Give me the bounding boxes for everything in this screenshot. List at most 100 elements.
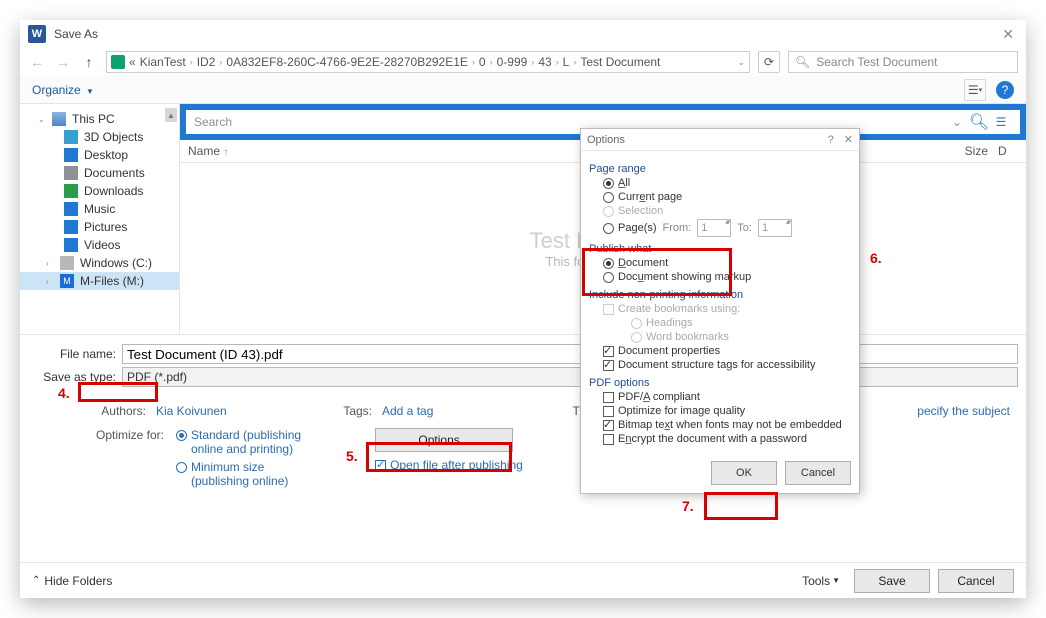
dialog-title: Options	[587, 134, 625, 146]
section-page-range: Page range	[589, 163, 851, 175]
authors-value[interactable]: Kia Koivunen	[156, 404, 306, 418]
tree-downloads[interactable]: Downloads	[20, 182, 179, 200]
options-button[interactable]: Options...	[375, 428, 513, 452]
view-icon[interactable]: ☰▾	[964, 79, 986, 101]
search-input[interactable]: 🔍︎ Search Test Document	[788, 51, 1018, 73]
radio-headings: Headings	[631, 317, 851, 329]
search-placeholder: Search Test Document	[816, 55, 937, 69]
from-label: From:	[663, 222, 692, 234]
save-type-select[interactable]: PDF (*.pdf)	[122, 367, 1018, 387]
folder-tree[interactable]: ▲ ⌄This PC 3D Objects Desktop Documents …	[20, 104, 180, 334]
optimize-label: Optimize for:	[90, 428, 164, 442]
tree-label: 3D Objects	[84, 130, 143, 144]
scroll-up-icon[interactable]: ▲	[165, 108, 177, 122]
back-icon[interactable]: ←	[28, 54, 46, 70]
tree-label: Pictures	[84, 220, 127, 234]
tree-3d[interactable]: 3D Objects	[20, 128, 179, 146]
chevron-down-icon[interactable]: ⌄	[946, 115, 968, 129]
tree-label: M-Files (M:)	[80, 274, 144, 288]
breadcrumb[interactable]: « KianTest› ID2› 0A832EF8-260C-4766-9E2E…	[106, 51, 750, 73]
section-include: Include non-printing information	[589, 289, 851, 301]
titlebar: W Save As ✕	[20, 20, 1026, 48]
close-icon[interactable]: ✕	[844, 133, 853, 146]
subject-value[interactable]: pecify the subject	[917, 404, 1010, 418]
chk-imgq[interactable]: Optimize for image quality	[603, 405, 851, 417]
breadcrumb-prefix: «	[129, 55, 136, 69]
crumb[interactable]: 0A832EF8-260C-4766-9E2E-28270B292E1E	[226, 55, 468, 69]
from-input[interactable]: 1	[697, 219, 731, 237]
content-search-input[interactable]: Search	[194, 115, 946, 129]
open-after-checkbox[interactable]: Open file after publishing	[375, 458, 523, 472]
section-pdf-options: PDF options	[589, 377, 851, 389]
chk-encrypt[interactable]: Encrypt the document with a password	[603, 433, 851, 445]
radio-minimum[interactable]: Minimum size (publishing online)	[176, 460, 301, 488]
tree-label: This PC	[72, 112, 115, 126]
help-icon[interactable]: ?	[996, 81, 1014, 99]
tree-videos[interactable]: Videos	[20, 236, 179, 254]
col-name[interactable]: Name	[188, 144, 220, 158]
radio-pages[interactable]: Page(s)	[603, 222, 657, 234]
radio-standard[interactable]: Standard (publishing online and printing…	[176, 428, 301, 456]
section-publish-what: Publish what	[589, 243, 851, 255]
to-label: To:	[737, 222, 752, 234]
tree-label: Videos	[84, 238, 120, 252]
chevron-down-icon[interactable]: ⌄	[737, 57, 745, 68]
tags-label: Tags:	[316, 404, 372, 418]
tree-mfiles-m[interactable]: ›MM-Files (M:)	[20, 272, 179, 290]
tree-label: Downloads	[84, 184, 143, 198]
col-date[interactable]: D	[988, 144, 1018, 158]
crumb[interactable]: 0-999	[497, 55, 528, 69]
hide-folders-button[interactable]: ⌃Hide Folders	[32, 574, 112, 588]
tree-label: Music	[84, 202, 115, 216]
tags-value[interactable]: Add a tag	[382, 404, 532, 418]
word-icon: W	[28, 25, 46, 43]
tree-desktop[interactable]: Desktop	[20, 146, 179, 164]
crumb[interactable]: L	[563, 55, 570, 69]
col-size[interactable]: Size	[928, 144, 988, 158]
crumb[interactable]: KianTest	[140, 55, 186, 69]
navbar: ← → ↑ « KianTest› ID2› 0A832EF8-260C-476…	[20, 48, 1026, 76]
radio-document-markup[interactable]: Document showing markup	[603, 271, 851, 283]
radio-current[interactable]: Current page	[603, 191, 851, 203]
refresh-button[interactable]: ⟳	[758, 51, 780, 73]
file-name-input[interactable]	[122, 344, 1018, 364]
to-input[interactable]: 1	[758, 219, 792, 237]
radio-document[interactable]: Document	[603, 257, 851, 269]
tree-this-pc[interactable]: ⌄This PC	[20, 110, 179, 128]
up-icon[interactable]: ↑	[80, 54, 98, 70]
crumb[interactable]: 0	[479, 55, 486, 69]
window-title: Save As	[54, 27, 98, 41]
tree-windows-c[interactable]: ›Windows (C:)	[20, 254, 179, 272]
save-type-label: Save as type:	[28, 370, 116, 384]
chk-structtags[interactable]: Document structure tags for accessibilit…	[603, 359, 851, 371]
annotation-7: 7.	[682, 498, 694, 514]
search-icon[interactable]: 🔍︎	[968, 112, 990, 132]
chk-bookmarks: Create bookmarks using:	[603, 303, 851, 315]
tree-label: Documents	[84, 166, 145, 180]
radio-all[interactable]: All	[603, 177, 851, 189]
filter-icon[interactable]: ☰	[990, 115, 1012, 129]
chk-pdfa[interactable]: PDF/A compliant	[603, 391, 851, 403]
close-icon[interactable]: ✕	[998, 26, 1018, 43]
help-icon[interactable]: ?	[828, 134, 834, 146]
chk-bitmap[interactable]: Bitmap text when fonts may not be embedd…	[603, 419, 851, 431]
chk-docprops[interactable]: Document properties	[603, 345, 851, 357]
crumb[interactable]: ID2	[197, 55, 216, 69]
toolbar: Organize ▼ ☰▾ ?	[20, 76, 1026, 104]
annotation-box-7	[704, 492, 778, 520]
chevron-up-icon: ⌃	[32, 575, 40, 586]
file-name-label: File name:	[28, 347, 116, 361]
organize-menu[interactable]: Organize ▼	[32, 83, 94, 97]
tree-music[interactable]: Music	[20, 200, 179, 218]
dlg-cancel-button[interactable]: Cancel	[785, 461, 851, 485]
crumb[interactable]: Test Document	[580, 55, 660, 69]
cancel-button[interactable]: Cancel	[938, 569, 1014, 593]
ok-button[interactable]: OK	[711, 461, 777, 485]
tree-pictures[interactable]: Pictures	[20, 218, 179, 236]
authors-label: Authors:	[90, 404, 146, 418]
crumb[interactable]: 43	[538, 55, 551, 69]
tree-documents[interactable]: Documents	[20, 164, 179, 182]
tools-menu[interactable]: Tools▼	[802, 574, 840, 588]
forward-icon: →	[54, 54, 72, 70]
save-button[interactable]: Save	[854, 569, 930, 593]
